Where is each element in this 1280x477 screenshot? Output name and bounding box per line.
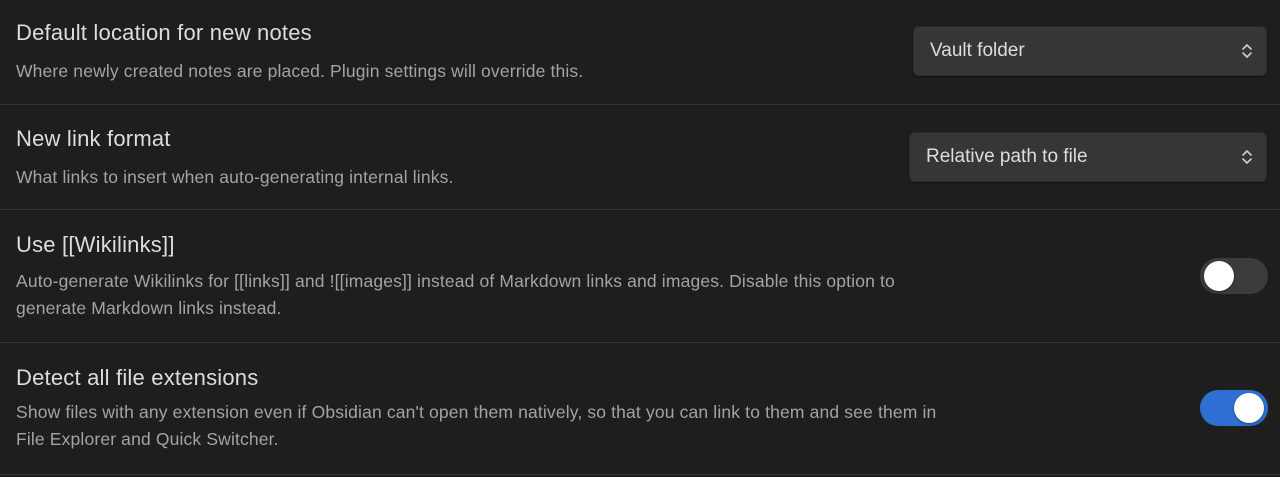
use-wikilinks-toggle[interactable] xyxy=(1200,258,1268,294)
setting-name: Use [[Wikilinks]] xyxy=(16,232,175,257)
setting-description: Where newly created notes are placed. Pl… xyxy=(16,61,584,81)
chevron-up-down-icon xyxy=(1242,44,1252,58)
detect-file-extensions-toggle[interactable] xyxy=(1200,390,1268,426)
setting-use-wikilinks: Use [[Wikilinks]] Auto-generate Wikilink… xyxy=(0,210,1280,343)
dropdown-value: Relative path to file xyxy=(926,146,1088,167)
setting-description: Show files with any extension even if Ob… xyxy=(16,399,936,453)
description-line: Show files with any extension even if Ob… xyxy=(16,402,937,422)
description-line: File Explorer and Quick Switcher. xyxy=(16,429,279,449)
description-line: generate Markdown links instead. xyxy=(16,298,282,318)
dropdown-value: Vault folder xyxy=(930,40,1025,61)
default-location-dropdown[interactable]: Vault folder xyxy=(913,26,1267,76)
toggle-knob xyxy=(1234,393,1264,423)
setting-description: What links to insert when auto-generatin… xyxy=(16,167,454,187)
chevron-up-down-icon xyxy=(1242,150,1252,164)
setting-new-link-format: New link format What links to insert whe… xyxy=(0,105,1280,210)
setting-default-location: Default location for new notes Where new… xyxy=(0,0,1280,105)
toggle-knob xyxy=(1204,261,1234,291)
setting-description: Auto-generate Wikilinks for [[links]] an… xyxy=(16,268,895,322)
setting-detect-file-extensions: Detect all file extensions Show files wi… xyxy=(0,343,1280,475)
description-line: Auto-generate Wikilinks for [[links]] an… xyxy=(16,271,895,291)
setting-name: Default location for new notes xyxy=(16,20,312,45)
new-link-format-dropdown[interactable]: Relative path to file xyxy=(909,132,1267,182)
setting-name: Detect all file extensions xyxy=(16,365,259,390)
setting-name: New link format xyxy=(16,126,171,151)
